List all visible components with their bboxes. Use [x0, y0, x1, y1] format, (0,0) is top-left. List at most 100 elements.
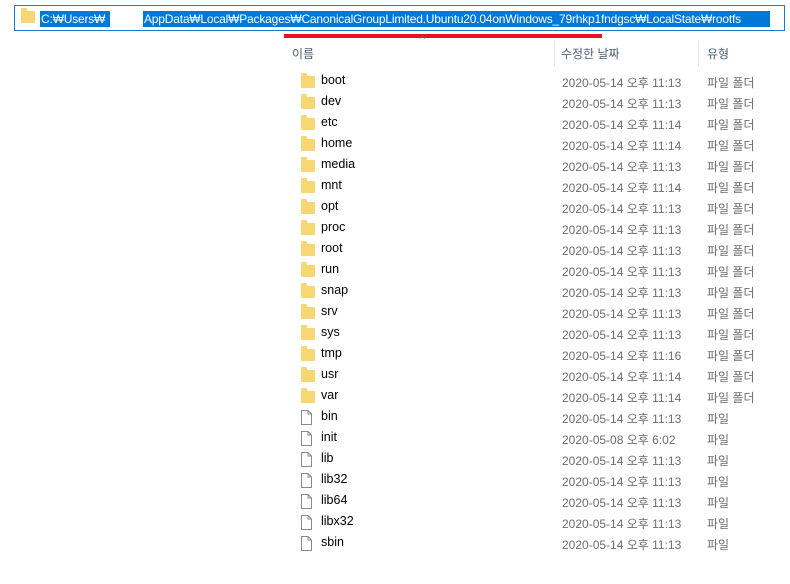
file-type: 파일 [707, 517, 730, 531]
file-name: bin [321, 409, 338, 423]
folder-icon [301, 283, 315, 298]
folder-icon [301, 388, 315, 403]
file-row[interactable]: media 2020-05-14 오후 11:13 파일 폴더 [284, 155, 790, 176]
file-row[interactable]: root 2020-05-14 오후 11:13 파일 폴더 [284, 239, 790, 260]
file-date: 2020-05-14 오후 11:13 [562, 307, 682, 321]
file-date: 2020-05-14 오후 11:13 [562, 202, 682, 216]
folder-icon [301, 199, 315, 214]
file-row[interactable]: tmp 2020-05-14 오후 11:16 파일 폴더 [284, 344, 790, 365]
folder-icon [301, 94, 315, 109]
file-date: 2020-05-14 오후 11:13 [562, 76, 682, 90]
file-icon [301, 515, 312, 530]
file-type: 파일 폴더 [707, 97, 755, 111]
file-type: 파일 폴더 [707, 139, 755, 153]
file-date: 2020-05-14 오후 11:13 [562, 412, 682, 426]
file-name: proc [321, 220, 346, 234]
file-row[interactable]: var 2020-05-14 오후 11:14 파일 폴더 [284, 386, 790, 407]
file-date: 2020-05-14 오후 11:13 [562, 223, 682, 237]
file-row[interactable]: lib32 2020-05-14 오후 11:13 파일 [284, 470, 790, 491]
file-type: 파일 폴더 [707, 76, 755, 90]
file-date: 2020-05-14 오후 11:13 [562, 328, 682, 342]
file-name: lib [321, 451, 334, 465]
file-date: 2020-05-14 오후 11:13 [562, 475, 682, 489]
file-row[interactable]: opt 2020-05-14 오후 11:13 파일 폴더 [284, 197, 790, 218]
folder-icon [301, 136, 315, 151]
column-header-type[interactable]: 유형 [707, 45, 729, 62]
file-date: 2020-05-14 오후 11:14 [562, 139, 682, 153]
file-row[interactable]: dev 2020-05-14 오후 11:13 파일 폴더 [284, 92, 790, 113]
file-type: 파일 폴더 [707, 160, 755, 174]
file-type: 파일 폴더 [707, 307, 755, 321]
file-name: srv [321, 304, 338, 318]
address-path-segment[interactable]: AppData₩Local₩Packages₩CanonicalGroupLim… [143, 11, 770, 27]
file-date: 2020-05-14 오후 11:13 [562, 97, 682, 111]
file-row[interactable]: sys 2020-05-14 오후 11:13 파일 폴더 [284, 323, 790, 344]
folder-icon [301, 346, 315, 361]
file-name: init [321, 430, 337, 444]
folder-icon [301, 367, 315, 382]
file-type: 파일 폴더 [707, 391, 755, 405]
file-date: 2020-05-14 오후 11:13 [562, 265, 682, 279]
file-name: tmp [321, 346, 342, 360]
file-row[interactable]: lib 2020-05-14 오후 11:13 파일 [284, 449, 790, 470]
file-date: 2020-05-14 오후 11:16 [562, 349, 682, 363]
file-icon [301, 473, 312, 488]
file-row[interactable]: srv 2020-05-14 오후 11:13 파일 폴더 [284, 302, 790, 323]
file-name: libx32 [321, 514, 354, 528]
file-row[interactable]: boot 2020-05-14 오후 11:13 파일 폴더 [284, 71, 790, 92]
file-row[interactable]: snap 2020-05-14 오후 11:13 파일 폴더 [284, 281, 790, 302]
file-name: mnt [321, 178, 342, 192]
file-type: 파일 [707, 538, 730, 552]
file-row[interactable]: mnt 2020-05-14 오후 11:14 파일 폴더 [284, 176, 790, 197]
folder-icon [301, 241, 315, 256]
file-date: 2020-05-14 오후 11:13 [562, 496, 682, 510]
file-row[interactable]: init 2020-05-08 오후 6:02 파일 [284, 428, 790, 449]
file-row[interactable]: home 2020-05-14 오후 11:14 파일 폴더 [284, 134, 790, 155]
file-date: 2020-05-14 오후 11:13 [562, 286, 682, 300]
file-name: run [321, 262, 340, 276]
column-header-date[interactable]: 수정한 날짜 [561, 45, 620, 62]
folder-icon [301, 325, 315, 340]
file-type: 파일 폴더 [707, 202, 755, 216]
file-row[interactable]: run 2020-05-14 오후 11:13 파일 폴더 [284, 260, 790, 281]
file-name: var [321, 388, 339, 402]
file-type: 파일 폴더 [707, 181, 755, 195]
file-list: boot 2020-05-14 오후 11:13 파일 폴더 dev 2020-05-1… [284, 71, 790, 554]
file-row[interactable]: proc 2020-05-14 오후 11:13 파일 폴더 [284, 218, 790, 239]
file-row[interactable]: usr 2020-05-14 오후 11:14 파일 폴더 [284, 365, 790, 386]
column-divider[interactable] [554, 41, 555, 67]
folder-icon [301, 220, 315, 235]
file-name: boot [321, 73, 346, 87]
file-row[interactable]: sbin 2020-05-14 오후 11:13 파일 [284, 533, 790, 554]
column-header-row: 이름 수정한 날짜 유형 [284, 41, 790, 67]
file-date: 2020-05-14 오후 11:14 [562, 391, 682, 405]
file-type: 파일 [707, 433, 730, 447]
file-icon [301, 536, 312, 551]
file-date: 2020-05-14 오후 11:14 [562, 118, 682, 132]
column-divider[interactable] [698, 41, 699, 67]
address-bar[interactable]: C:₩Users₩ AppData₩Local₩Packages₩Canonic… [14, 5, 785, 31]
file-name: usr [321, 367, 339, 381]
file-icon [301, 431, 312, 446]
file-row[interactable]: lib64 2020-05-14 오후 11:13 파일 [284, 491, 790, 512]
file-date: 2020-05-14 오후 11:13 [562, 538, 682, 552]
file-icon [301, 410, 312, 425]
file-type: 파일 폴더 [707, 223, 755, 237]
file-name: lib32 [321, 472, 348, 486]
file-date: 2020-05-14 오후 11:14 [562, 370, 682, 384]
folder-icon [21, 8, 35, 23]
file-row[interactable]: etc 2020-05-14 오후 11:14 파일 폴더 [284, 113, 790, 134]
folder-icon [301, 304, 315, 319]
file-row[interactable]: bin 2020-05-14 오후 11:13 파일 [284, 407, 790, 428]
file-date: 2020-05-14 오후 11:13 [562, 244, 682, 258]
column-header-name[interactable]: 이름 [292, 45, 314, 62]
file-name: home [321, 136, 353, 150]
file-name: sbin [321, 535, 344, 549]
address-path-segment[interactable]: C:₩Users₩ [40, 11, 110, 27]
file-date: 2020-05-14 오후 11:13 [562, 517, 682, 531]
highlight-underline [284, 34, 602, 38]
file-type: 파일 폴더 [707, 244, 755, 258]
file-name: root [321, 241, 343, 255]
file-name: dev [321, 94, 342, 108]
file-row[interactable]: libx32 2020-05-14 오후 11:13 파일 [284, 512, 790, 533]
